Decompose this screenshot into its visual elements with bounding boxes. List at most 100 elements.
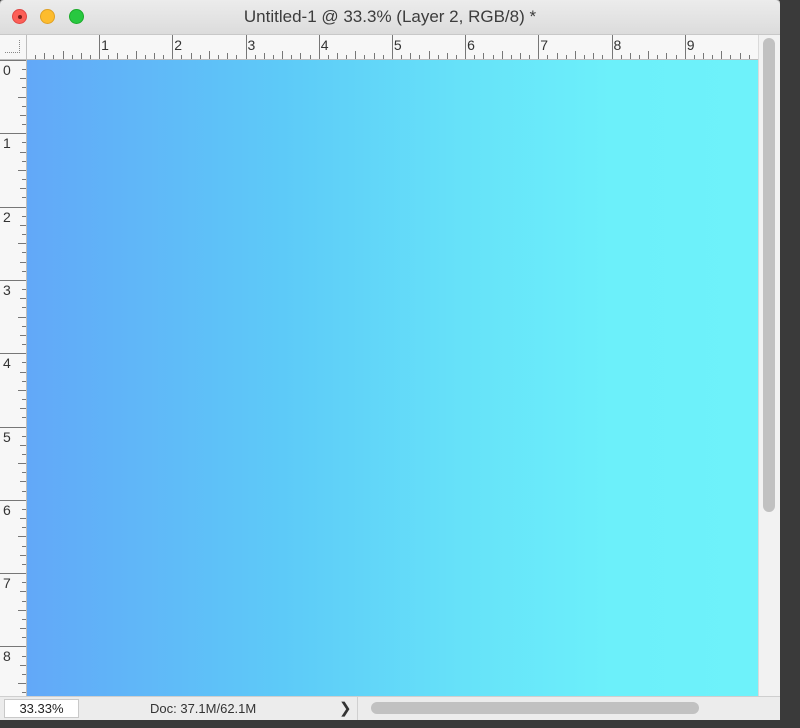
ruler-tick [18, 609, 26, 611]
ruler-tick [510, 55, 512, 59]
ruler-tick [20, 334, 26, 336]
ruler-tick [22, 124, 26, 126]
ruler-tick [18, 169, 26, 171]
ruler-label: 7 [3, 575, 11, 592]
document-canvas[interactable] [27, 60, 758, 696]
ruler-tick [227, 53, 229, 59]
ruler-tick [22, 197, 26, 199]
ruler-tick [190, 53, 192, 59]
ruler-tick [18, 389, 26, 391]
title-bar[interactable]: Untitled-1 @ 33.3% (Layer 2, RGB/8) * [0, 0, 780, 35]
vertical-ruler[interactable]: 0 1 2 3 4 5 6 7 8 [0, 60, 27, 696]
ruler-tick [22, 490, 26, 492]
ruler-tick [666, 53, 668, 59]
ruler-tick [20, 444, 26, 446]
ruler-tick [22, 563, 26, 565]
ruler-tick [18, 536, 26, 538]
ruler-label: 8 [613, 37, 622, 53]
ruler-tick [135, 51, 137, 59]
ruler-label: 3 [247, 37, 256, 53]
ruler-origin-corner[interactable] [0, 35, 27, 60]
ruler-tick [657, 55, 659, 59]
ruler-tick [22, 87, 26, 89]
ruler-tick [739, 53, 741, 59]
ruler-tick [373, 53, 375, 59]
ruler-tick [22, 527, 26, 529]
horizontal-scrollbar[interactable] [357, 697, 780, 720]
ruler-tick [20, 224, 26, 226]
ruler-tick [117, 53, 119, 59]
ruler-tick [638, 55, 640, 59]
ruler-tick [20, 591, 26, 593]
ruler-tick [22, 234, 26, 236]
ruler-tick [144, 55, 146, 59]
ruler-tick [20, 114, 26, 116]
ruler-label: 6 [467, 37, 475, 53]
ruler-tick [20, 298, 26, 300]
ruler-label: 7 [540, 37, 549, 53]
ruler-tick [337, 53, 338, 59]
desktop-background-bottom [0, 720, 800, 728]
ruler-tick [22, 692, 26, 694]
ruler-tick [22, 637, 26, 639]
status-bar: 33.33% Doc: 37.1M/62.1M ❯ [0, 696, 780, 720]
ruler-tick [245, 35, 247, 59]
ruler-tick [327, 55, 329, 59]
ruler-tick [18, 243, 26, 245]
ruler-tick [154, 53, 155, 59]
ruler-tick [629, 53, 631, 59]
vertical-scroll-thumb[interactable] [763, 38, 775, 512]
ruler-tick [71, 55, 73, 59]
ruler-tick [0, 353, 26, 355]
ruler-tick [53, 55, 55, 59]
horizontal-scroll-thumb[interactable] [371, 702, 699, 714]
ruler-tick [291, 55, 293, 59]
ruler-tick [181, 55, 183, 59]
ruler-tick [18, 96, 26, 98]
ruler-tick [22, 655, 26, 657]
ruler-tick [22, 344, 26, 346]
ruler-tick [584, 55, 586, 59]
ruler-label: 5 [3, 428, 11, 445]
ruler-tick [0, 60, 26, 61]
ruler-tick [20, 151, 26, 153]
ruler-tick [208, 51, 210, 59]
ruler-tick [20, 408, 26, 410]
ruler-tick [346, 55, 348, 59]
ruler-tick [22, 673, 26, 675]
ruler-tick [22, 105, 26, 107]
ruler-tick [520, 53, 521, 59]
ruler-tick [410, 53, 412, 59]
ruler-label: 2 [3, 208, 11, 225]
ruler-tick [501, 51, 503, 59]
ruler-tick [89, 55, 91, 59]
ruler-tick [703, 53, 704, 59]
ruler-tick [22, 618, 26, 620]
ruler-label: 8 [3, 648, 11, 665]
ruler-label: 3 [3, 281, 11, 298]
ruler-tick [22, 142, 26, 144]
ruler-tick [355, 51, 357, 59]
ruler-tick [22, 325, 26, 327]
ruler-tick [18, 463, 26, 465]
ruler-tick [611, 35, 613, 59]
ruler-tick [712, 55, 714, 59]
ruler-tick [126, 55, 128, 59]
zoom-level-field[interactable]: 33.33% [4, 699, 79, 718]
ruler-tick [22, 380, 26, 382]
document-size-info[interactable]: Doc: 37.1M/62.1M [150, 701, 256, 716]
ruler-tick [0, 573, 26, 575]
ruler-tick [419, 55, 421, 59]
ruler-tick [721, 51, 723, 59]
ruler-tick [593, 53, 595, 59]
ruler-tick [547, 55, 549, 59]
ruler-tick [263, 53, 265, 59]
ruler-tick [35, 55, 37, 59]
ruler-tick [22, 179, 26, 181]
chevron-right-icon[interactable]: ❯ [339, 699, 352, 717]
vertical-scrollbar[interactable] [758, 35, 780, 696]
horizontal-ruler[interactable]: 12345678910 [27, 35, 758, 60]
ruler-tick [22, 582, 26, 584]
ruler-tick [0, 426, 26, 428]
ruler-tick [22, 453, 26, 455]
